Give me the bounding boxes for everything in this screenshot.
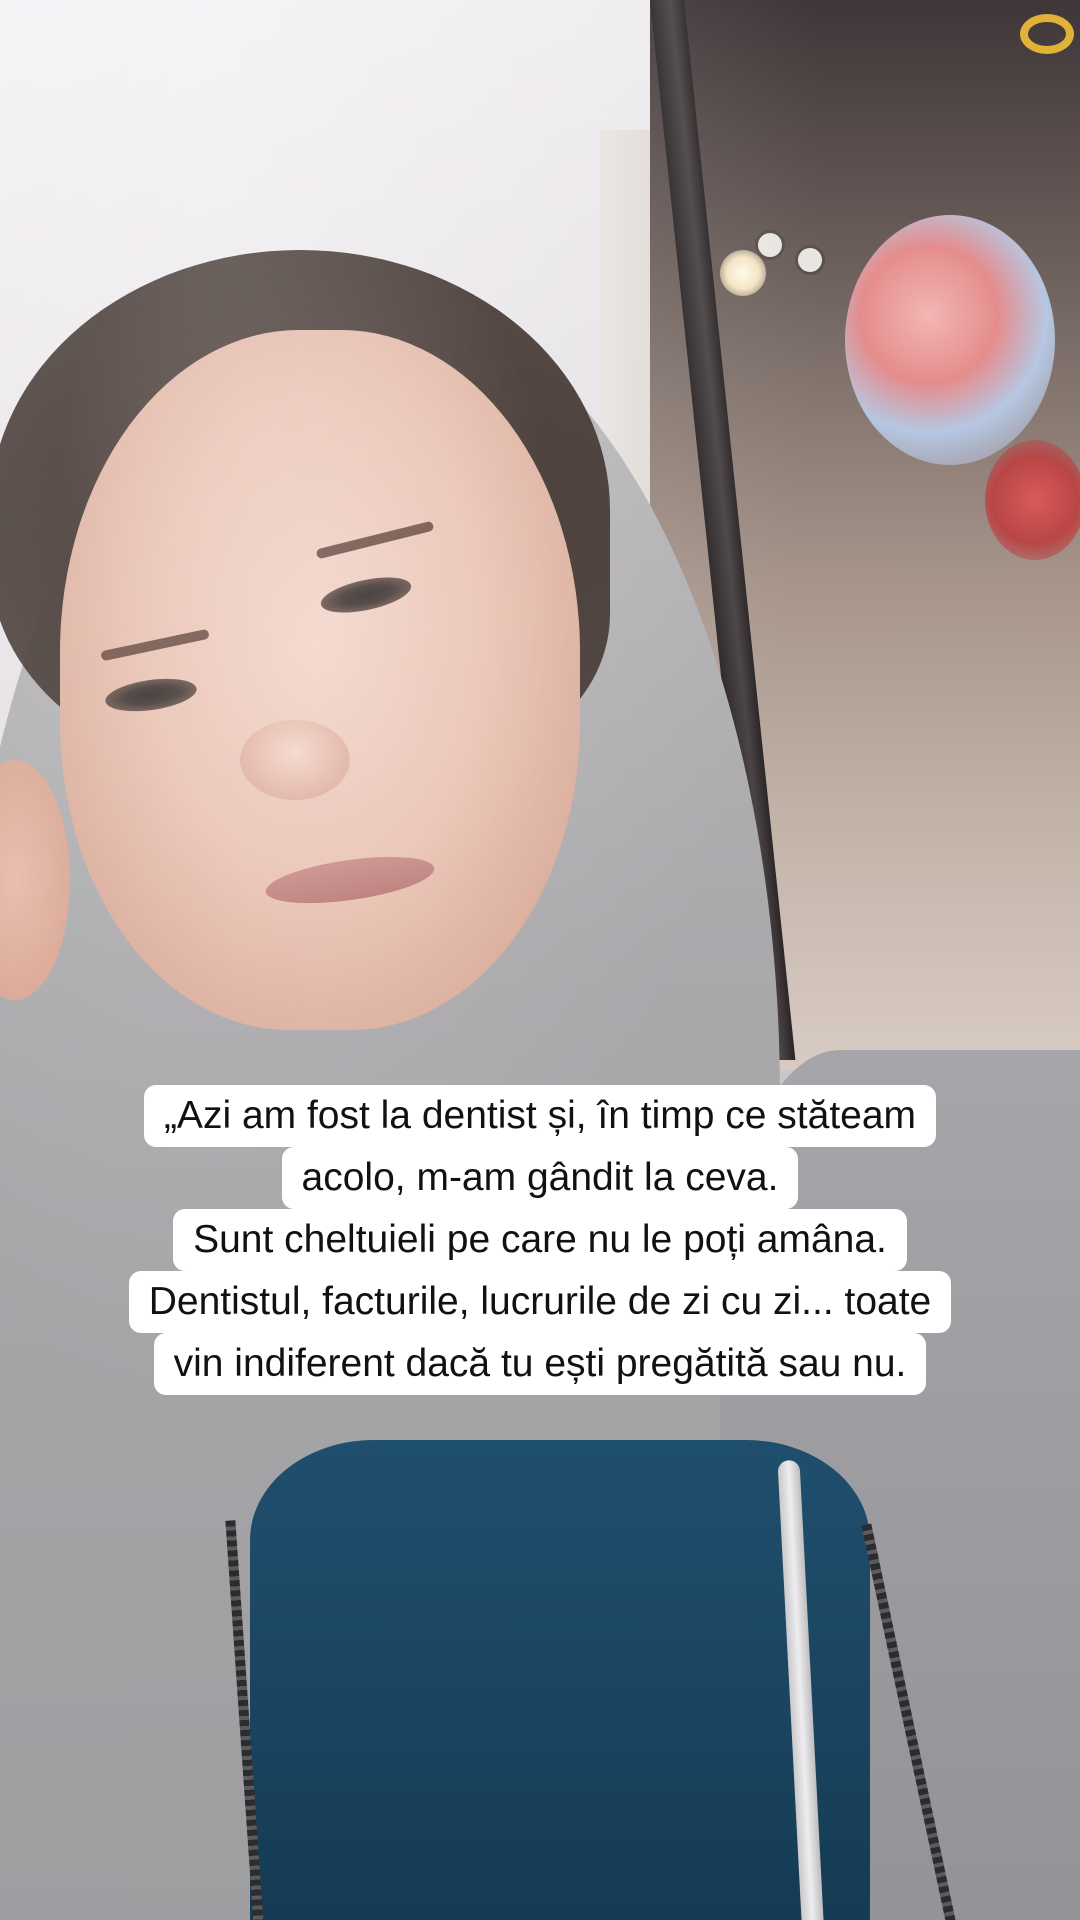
caption-line: Dentistul, facturile, lucrurile de zi cu… [128, 1271, 952, 1333]
caption-line: vin indiferent dacă tu ești pregătită sa… [153, 1333, 927, 1395]
story-screen[interactable]: „Azi am fost la dentist și, în timp ce s… [0, 0, 1080, 1920]
caption-line: „Azi am fost la dentist și, în timp ce s… [143, 1085, 937, 1147]
caption-overlay: „Azi am fost la dentist și, în timp ce s… [0, 1085, 1080, 1395]
light-overlay [0, 0, 1080, 1920]
caption-line: Sunt cheltuieli pe care nu le poți amâna… [173, 1209, 907, 1271]
caption-line: acolo, m-am gândit la ceva. [281, 1147, 799, 1209]
